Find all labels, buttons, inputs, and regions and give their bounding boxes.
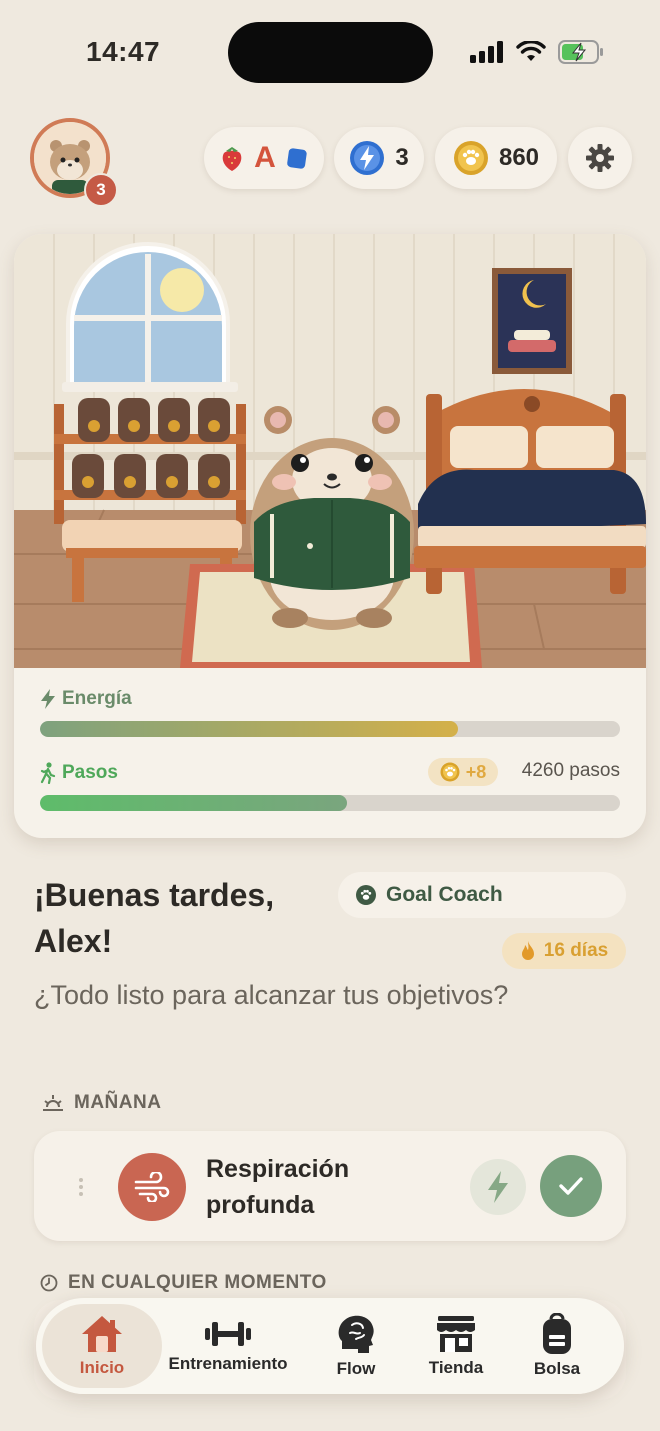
dumbbell-icon [205, 1322, 251, 1346]
tab-bolsa[interactable]: Bolsa [497, 1298, 617, 1394]
letter-block-icon: A [254, 141, 276, 174]
blue-gem-icon [287, 148, 307, 169]
habit-card[interactable]: Respiración profunda [34, 1131, 626, 1241]
greeting-subtitle: ¿Todo listo para alcanzar tus objetivos? [34, 980, 509, 1010]
coin-count: 860 [498, 144, 540, 171]
wind-icon [134, 1172, 170, 1202]
streak-badge: 16 días [502, 933, 626, 969]
pet-room-card: Energía Pasos +8 4260 pasos [14, 234, 646, 838]
section-anytime: EN CUALQUIER MOMENTO [40, 1272, 327, 1294]
goal-coach-label: Goal Coach [386, 883, 503, 906]
energy-label: Energía [40, 688, 132, 710]
energy-bar-fill [40, 721, 458, 737]
paw-coin-icon [453, 141, 488, 175]
habit-complete-button[interactable] [540, 1155, 602, 1217]
coin-counter[interactable]: 860 [435, 127, 557, 189]
clock-icon [40, 1274, 58, 1292]
steps-bar-fill [40, 795, 348, 811]
paw-icon [356, 885, 376, 905]
steps-coin-bonus: +8 [428, 758, 498, 786]
tab-bar: Inicio Entrenamiento Flow Tienda Bolsa [36, 1298, 624, 1394]
signal-icon [470, 41, 503, 63]
settings-button[interactable] [568, 127, 632, 189]
status-time: 14:47 [86, 36, 161, 67]
brain-icon [338, 1315, 374, 1353]
dynamic-island [228, 22, 433, 83]
home-icon [82, 1316, 122, 1352]
paw-coin-icon [440, 762, 460, 782]
store-icon [437, 1316, 475, 1352]
habit-icon [118, 1153, 186, 1221]
status-icons [470, 40, 604, 64]
steps-bar [40, 795, 620, 811]
battery-charging-icon [558, 40, 603, 64]
drag-handle-icon[interactable] [78, 1177, 84, 1197]
flame-icon [521, 941, 534, 960]
tab-inicio[interactable]: Inicio [42, 1298, 162, 1394]
habit-title: Respiración profunda [206, 1155, 350, 1219]
steps-count: 4260 pasos [521, 760, 620, 781]
energy-count: 3 [395, 144, 409, 171]
sunrise-icon [43, 1095, 63, 1111]
bag-icon [543, 1313, 571, 1354]
lightning-icon [41, 689, 55, 709]
tab-entrenamiento[interactable]: Entrenamiento [168, 1298, 288, 1394]
energy-counter[interactable]: 3 [334, 127, 424, 189]
avatar-notification-badge: 3 [84, 173, 118, 207]
walking-icon [40, 762, 56, 784]
habit-energy-button[interactable] [470, 1159, 526, 1215]
checkmark-icon [559, 1177, 583, 1195]
badges-pill[interactable]: A [204, 127, 324, 189]
strawberry-icon [222, 147, 242, 171]
wifi-icon [516, 41, 546, 61]
energy-bar [40, 721, 620, 737]
gear-icon [586, 144, 614, 172]
lightning-icon [488, 1171, 508, 1203]
lightning-coin-icon [350, 141, 385, 175]
greeting-title: ¡Buenas tardes, Alex! [34, 877, 275, 959]
section-morning: MAÑANA [42, 1092, 161, 1114]
goal-coach-button[interactable]: Goal Coach [338, 872, 626, 918]
pet-room-illustration[interactable] [14, 234, 646, 668]
steps-label: Pasos [40, 762, 118, 784]
